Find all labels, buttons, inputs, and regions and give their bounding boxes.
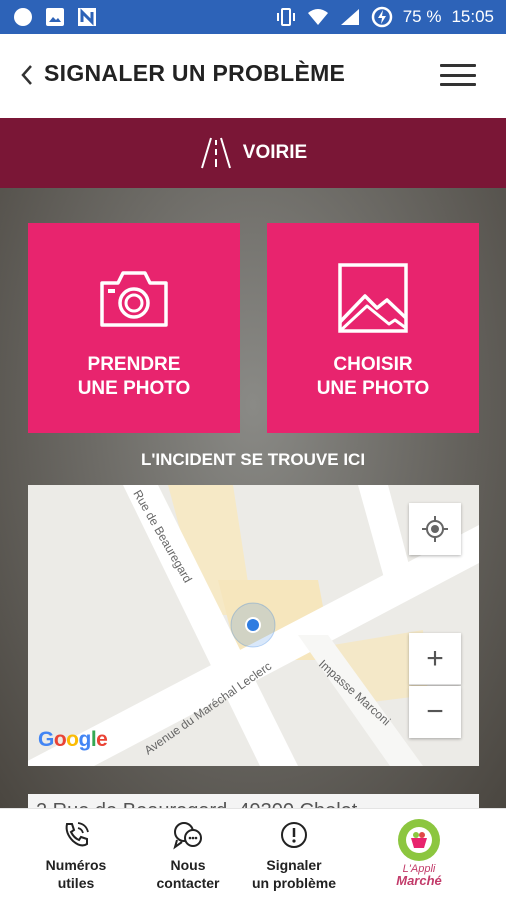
bottom-nav: Numéros utiles Nous contacter Signaler u… — [0, 808, 506, 900]
current-location-marker — [245, 617, 261, 633]
app-bar: SIGNALER UN PROBLÈME — [0, 34, 506, 118]
address-field[interactable]: 2 Rue de Beauregard, 49300 Cholet — [28, 794, 479, 808]
report-content: PRENDRE UNE PHOTO CHOISIR UNE PHOTO L'IN… — [0, 188, 506, 808]
take-photo-label: PRENDRE UNE PHOTO — [77, 354, 191, 399]
category-label: VOIRIE — [242, 142, 308, 163]
chat-icon — [173, 822, 202, 850]
category-banner: VOIRIE — [0, 118, 506, 188]
brand-name-bottom: Marché — [396, 873, 442, 888]
hamburger-icon-line — [440, 64, 476, 67]
back-button[interactable] — [14, 60, 40, 90]
nav-item-useful-numbers[interactable]: Numéros utiles — [21, 819, 131, 892]
nav-item-report-problem[interactable]: Signaler un problème — [239, 819, 349, 892]
crosshair-icon — [422, 516, 448, 542]
clock: 15:05 — [451, 7, 494, 26]
n-icon — [76, 6, 98, 28]
wifi-icon — [307, 6, 329, 28]
nav-label: Signaler un problème — [251, 857, 336, 891]
alert-icon — [281, 822, 307, 848]
page-title: SIGNALER UN PROBLÈME — [44, 60, 346, 86]
google-logo: Google — [38, 728, 108, 751]
battery-level: 75 % — [402, 7, 442, 26]
image-icon — [44, 6, 66, 28]
nav-label: Numéros utiles — [45, 857, 107, 891]
zoom-out-button[interactable]: − — [409, 686, 461, 738]
hamburger-icon-line — [440, 73, 476, 77]
nav-item-contact[interactable]: Nous contacter — [133, 819, 243, 892]
choose-photo-button[interactable]: CHOISIR UNE PHOTO — [267, 223, 479, 433]
basket-icon — [398, 819, 440, 861]
brand-logo[interactable]: L'Appli Marché — [374, 819, 464, 887]
signal-icon — [339, 6, 361, 28]
battery-saver-icon — [371, 6, 393, 28]
status-bar: 75 % 15:05 — [0, 0, 506, 34]
road-icon — [200, 137, 231, 169]
camera-icon — [100, 271, 168, 327]
menu-button[interactable] — [440, 60, 476, 90]
take-photo-button[interactable]: PRENDRE UNE PHOTO — [28, 223, 240, 433]
nav-label: Nous contacter — [156, 857, 220, 891]
location-map[interactable]: Rue de Beauregard Avenue du Maréchal Lec… — [28, 485, 479, 766]
locate-me-button[interactable] — [409, 503, 461, 555]
zoom-in-button[interactable]: + — [409, 633, 461, 685]
choose-photo-label: CHOISIR UNE PHOTO — [316, 354, 430, 399]
phone-icon — [65, 822, 89, 847]
vibrate-icon — [275, 6, 297, 28]
chevron-left-icon — [21, 65, 32, 85]
incident-location-label: L'INCIDENT SE TROUVE ICI — [140, 450, 366, 469]
picture-icon — [338, 263, 408, 333]
hamburger-icon-line — [440, 83, 476, 86]
circle-icon — [12, 6, 34, 28]
